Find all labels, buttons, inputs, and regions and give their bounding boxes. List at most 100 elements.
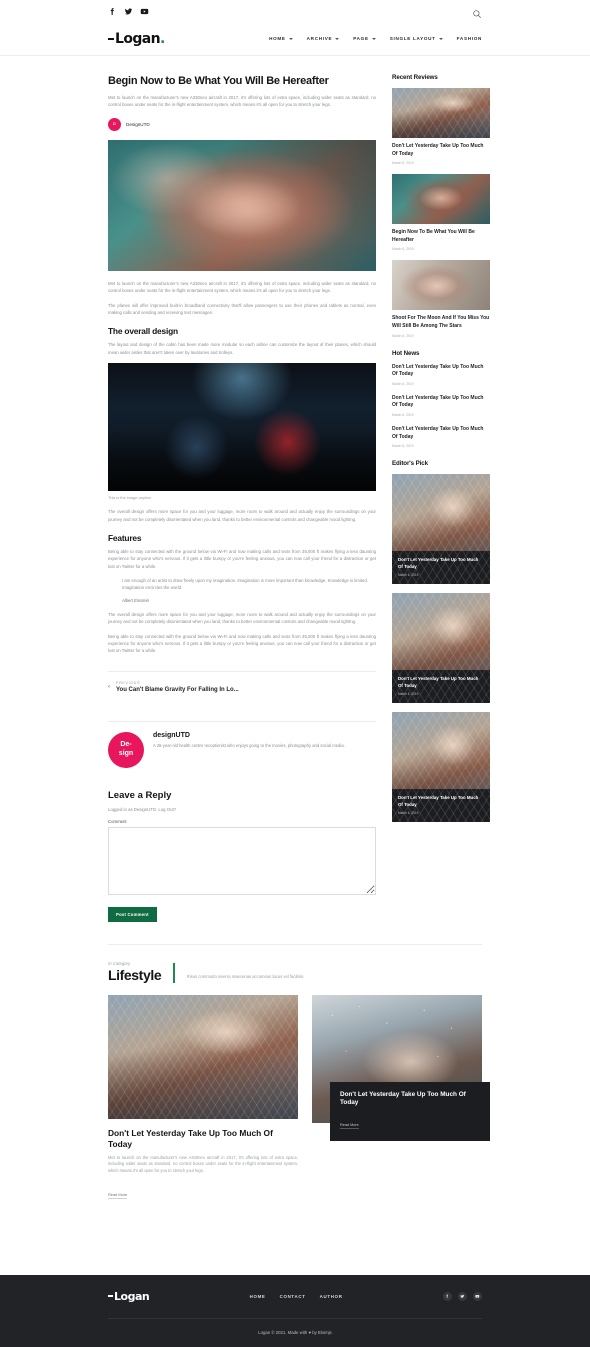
editors-pick-card[interactable]: Don't Let Yesterday Take Up Too Much Of … [392, 712, 490, 823]
chevron-down-icon [288, 37, 293, 40]
category-header: In Category Lifestyle Risus commodo vive… [0, 945, 590, 983]
section-heading-design: The overall design [108, 326, 178, 337]
search-icon[interactable] [472, 6, 482, 18]
footer-nav-item-contact[interactable]: CONTACT [280, 1294, 306, 1299]
site-footer: Logan HOME CONTACT AUTHOR Logan © 2021. … [0, 1274, 590, 1347]
list-item[interactable]: Don't Let Yesterday Take Up Too Much Of … [392, 395, 490, 417]
card-image [108, 994, 298, 1119]
read-more-link[interactable]: Read More [108, 1192, 128, 1199]
nav-item-single-layout[interactable]: SINGLE LAYOUT [390, 36, 443, 41]
youtube-icon[interactable] [473, 1291, 482, 1301]
card-date: March 6, 2019 [398, 811, 419, 816]
nav-item-archive[interactable]: ARCHIVE [307, 36, 340, 41]
chevron-down-icon [438, 37, 443, 40]
category-eyebrow: In Category [108, 960, 131, 966]
logged-in-notice[interactable]: Logged in as DesignUTD. Log Out? [108, 807, 376, 812]
card-overlay: Don't Let Yesterday Take Up Too Much Of … [392, 551, 490, 585]
top-bar [0, 0, 590, 22]
list-item[interactable]: Don't Let Yesterday Take Up Too Much Of … [392, 426, 490, 448]
list-item[interactable]: Begin Now To Be What You Will Be Hereaft… [392, 174, 490, 251]
article-byline: D DesignUTD [108, 117, 376, 131]
list-item-title: Don't Let Yesterday Take Up Too Much Of … [392, 363, 484, 378]
editors-pick-card[interactable]: Don't Let Yesterday Take Up Too Much Of … [392, 474, 490, 585]
byline-author[interactable]: DesignUTD [126, 122, 150, 127]
list-item-title: Don't Let Yesterday Take Up Too Much Of … [392, 143, 484, 157]
list-item-date: March 6, 2019 [392, 412, 414, 417]
article-paragraph: Being able to stay connected with the gr… [108, 549, 376, 569]
sidebar-heading-editors-pick: Editor's Pick [392, 460, 428, 468]
twitter-icon[interactable] [458, 1291, 467, 1301]
list-item-date: March 6, 2019 [392, 247, 414, 252]
article-paragraph: Being able to stay connected with the gr… [108, 633, 376, 654]
nav-item-page[interactable]: PAGE [353, 36, 376, 41]
card-date: March 6, 2019 [398, 573, 419, 578]
editors-pick-card[interactable]: Don't Let Yesterday Take Up Too Much Of … [392, 593, 490, 704]
article-excerpt: Met to launch on the manufacturer's new … [108, 95, 376, 108]
article-paragraph: The overall design offers more space for… [108, 611, 376, 625]
twitter-icon[interactable] [124, 7, 133, 16]
article-hero-image [108, 139, 376, 271]
category-accent-bar [173, 962, 175, 983]
footer-social-links [443, 1291, 482, 1301]
post-card-left[interactable]: Don't Let Yesterday Take Up Too Much Of … [108, 994, 298, 1201]
list-item-title: Don't Let Yesterday Take Up Too Much Of … [392, 425, 484, 440]
card-title: Don't Let Yesterday Take Up Too Much Of … [398, 557, 479, 569]
list-item-title: Begin Now To Be What You Will Be Hereaft… [392, 229, 475, 243]
list-item-title: Shoot For The Moon And If You Miss You W… [392, 315, 490, 329]
page-title: Begin Now to Be What You Will Be Hereaft… [108, 75, 329, 87]
image-caption: This is the image caption [108, 495, 152, 501]
card-overlay: Don't Let Yesterday Take Up Too Much Of … [392, 789, 490, 823]
author-name[interactable]: designUTD [153, 732, 345, 739]
nav-item-home[interactable]: HOME [269, 36, 293, 41]
youtube-icon[interactable] [140, 7, 149, 16]
article-paragraph: Met to launch on the manufacturer's new … [108, 280, 376, 294]
list-item-date: March 6, 2019 [392, 333, 414, 338]
footer-top: Logan HOME CONTACT AUTHOR [108, 1275, 482, 1319]
comment-input[interactable] [108, 826, 376, 895]
article-paragraph: The layout and design of the cabin has b… [108, 342, 376, 355]
blockquote: I am enough of an artist to draw freely … [122, 578, 369, 591]
logo-dash [108, 37, 114, 40]
sidebar: Recent Reviews Don't Let Yesterday Take … [392, 74, 490, 922]
list-item-title: Don't Let Yesterday Take Up Too Much Of … [392, 394, 484, 409]
list-item[interactable]: Don't Let Yesterday Take Up Too Much Of … [392, 364, 490, 386]
content-wrapper: Begin Now to Be What You Will Be Hereaft… [0, 56, 590, 922]
chevron-down-icon [335, 37, 340, 40]
card-date: March 6, 2019 [398, 692, 419, 697]
read-more-link[interactable]: Read More [340, 1123, 359, 1129]
footer-nav-item-author[interactable]: AUTHOR [320, 1294, 343, 1299]
category-name: Lifestyle [108, 966, 162, 983]
list-item-date: March 6, 2019 [392, 161, 414, 166]
list-item[interactable]: Shoot For The Moon And If You Miss You W… [392, 260, 490, 338]
category-cards: Don't Let Yesterday Take Up Too Much Of … [0, 983, 590, 1201]
post-comment-button[interactable]: Post Comment [108, 906, 157, 922]
chevron-left-icon: ‹ [108, 683, 110, 690]
list-item[interactable]: Don't Let Yesterday Take Up Too Much Of … [392, 88, 490, 165]
section-heading-features: Features [108, 533, 142, 544]
list-item-date: March 6, 2019 [392, 381, 414, 386]
site-header: Logan. HOME ARCHIVE PAGE SINGLE LAYOUT F… [0, 22, 590, 56]
facebook-icon[interactable] [443, 1291, 452, 1301]
card-title: Don't Let Yesterday Take Up Too Much Of … [340, 1090, 466, 1107]
card-overlay: Don't Let Yesterday Take Up Too Much Of … [392, 670, 490, 704]
page-root: Logan. HOME ARCHIVE PAGE SINGLE LAYOUT F… [0, 0, 590, 1347]
sidebar-heading-hot-news: Hot News [392, 349, 420, 357]
copyright-text: Logan © 2021. Made with ♥ by Bloimjs [258, 1330, 332, 1335]
thumbnail-image [392, 174, 490, 225]
article-inline-image [108, 363, 376, 492]
previous-post-link[interactable]: ‹ PREVIOUS You Can't Blame Gravity For F… [108, 672, 376, 705]
thumbnail-image [392, 260, 490, 311]
footer-nav-item-home[interactable]: HOME [250, 1294, 266, 1299]
footer-logo[interactable]: Logan [108, 1290, 150, 1303]
chevron-down-icon [371, 37, 376, 40]
facebook-icon[interactable] [108, 7, 117, 16]
primary-nav: HOME ARCHIVE PAGE SINGLE LAYOUT FASHION [269, 36, 482, 41]
article-paragraph: The overall design offers more space for… [108, 509, 376, 522]
nav-item-fashion[interactable]: FASHION [457, 36, 482, 41]
sidebar-heading-recent-reviews: Recent Reviews [392, 74, 438, 81]
logo-text: Logan [115, 30, 161, 47]
author-bio: A 26-year-old health centre receptionist… [153, 742, 345, 748]
avatar: De-sign [108, 731, 144, 768]
post-card-right[interactable]: Don't Let Yesterday Take Up Too Much Of … [312, 994, 490, 1141]
site-logo[interactable]: Logan. [108, 31, 165, 47]
